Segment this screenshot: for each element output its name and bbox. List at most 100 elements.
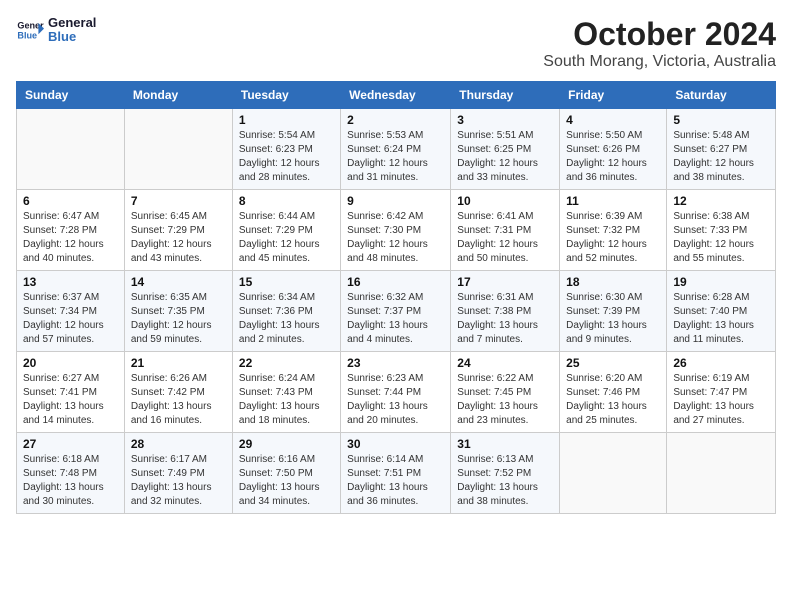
day-detail: Sunrise: 6:47 AM Sunset: 7:28 PM Dayligh… <box>23 210 118 266</box>
calendar-cell: 3 Sunrise: 5:51 AM Sunset: 6:25 PM Daylig… <box>451 109 560 190</box>
calendar-cell <box>667 433 776 514</box>
day-number: 2 <box>347 113 444 127</box>
calendar-cell: 5 Sunrise: 5:48 AM Sunset: 6:27 PM Daylig… <box>667 109 776 190</box>
day-detail: Sunrise: 5:50 AM Sunset: 6:26 PM Dayligh… <box>566 129 660 185</box>
day-number: 3 <box>457 113 553 127</box>
day-detail: Sunrise: 6:38 AM Sunset: 7:33 PM Dayligh… <box>673 210 769 266</box>
calendar-cell <box>124 109 232 190</box>
calendar-cell: 31Sunrise: 6:13 AM Sunset: 7:52 PM Dayli… <box>451 433 560 514</box>
day-detail: Sunrise: 6:28 AM Sunset: 7:40 PM Dayligh… <box>673 291 769 347</box>
calendar-cell <box>17 109 125 190</box>
day-number: 18 <box>566 275 660 289</box>
page-header: General Blue General Blue October 2024 S… <box>16 16 776 71</box>
day-detail: Sunrise: 6:30 AM Sunset: 7:39 PM Dayligh… <box>566 291 660 347</box>
day-detail: Sunrise: 6:24 AM Sunset: 7:43 PM Dayligh… <box>239 372 334 428</box>
day-number: 15 <box>239 275 334 289</box>
calendar-cell <box>560 433 667 514</box>
calendar-week-row: 13 Sunrise: 6:37 AM Sunset: 7:34 PM Dayli… <box>17 271 776 352</box>
day-detail: Sunrise: 6:27 AM Sunset: 7:41 PM Dayligh… <box>23 372 118 428</box>
calendar-title: October 2024 <box>543 16 776 53</box>
day-number: 14 <box>131 275 226 289</box>
day-header: Tuesday <box>232 82 340 109</box>
day-number: 9 <box>347 194 444 208</box>
day-detail: Sunrise: 6:31 AM Sunset: 7:38 PM Dayligh… <box>457 291 553 347</box>
day-detail: Sunrise: 5:53 AM Sunset: 6:24 PM Dayligh… <box>347 129 444 185</box>
day-detail: Sunrise: 5:51 AM Sunset: 6:25 PM Dayligh… <box>457 129 553 185</box>
day-number: 11 <box>566 194 660 208</box>
calendar-cell: 6Sunrise: 6:47 AM Sunset: 7:28 PM Daylig… <box>17 190 125 271</box>
calendar-week-row: 6Sunrise: 6:47 AM Sunset: 7:28 PM Daylig… <box>17 190 776 271</box>
day-detail: Sunrise: 6:17 AM Sunset: 7:49 PM Dayligh… <box>131 453 226 509</box>
day-number: 12 <box>673 194 769 208</box>
calendar-cell: 25 Sunrise: 6:20 AM Sunset: 7:46 PM Dayli… <box>560 352 667 433</box>
day-number: 30 <box>347 437 444 451</box>
calendar-cell: 8Sunrise: 6:44 AM Sunset: 7:29 PM Daylig… <box>232 190 340 271</box>
calendar-header-row: SundayMondayTuesdayWednesdayThursdayFrid… <box>17 82 776 109</box>
day-detail: Sunrise: 5:48 AM Sunset: 6:27 PM Dayligh… <box>673 129 769 185</box>
day-detail: Sunrise: 6:41 AM Sunset: 7:31 PM Dayligh… <box>457 210 553 266</box>
day-number: 23 <box>347 356 444 370</box>
day-detail: Sunrise: 6:34 AM Sunset: 7:36 PM Dayligh… <box>239 291 334 347</box>
day-detail: Sunrise: 6:45 AM Sunset: 7:29 PM Dayligh… <box>131 210 226 266</box>
day-number: 25 <box>566 356 660 370</box>
day-header: Thursday <box>451 82 560 109</box>
calendar-cell: 10Sunrise: 6:41 AM Sunset: 7:31 PM Dayli… <box>451 190 560 271</box>
day-number: 20 <box>23 356 118 370</box>
title-section: October 2024 South Morang, Victoria, Aus… <box>543 16 776 71</box>
logo-icon: General Blue <box>16 16 44 44</box>
day-number: 24 <box>457 356 553 370</box>
day-detail: Sunrise: 6:39 AM Sunset: 7:32 PM Dayligh… <box>566 210 660 266</box>
logo: General Blue General Blue <box>16 16 96 45</box>
calendar-cell: 29 Sunrise: 6:16 AM Sunset: 7:50 PM Dayli… <box>232 433 340 514</box>
calendar-subtitle: South Morang, Victoria, Australia <box>543 53 776 71</box>
day-number: 22 <box>239 356 334 370</box>
day-number: 29 <box>239 437 334 451</box>
day-detail: Sunrise: 6:44 AM Sunset: 7:29 PM Dayligh… <box>239 210 334 266</box>
calendar-cell: 21Sunrise: 6:26 AM Sunset: 7:42 PM Dayli… <box>124 352 232 433</box>
day-header: Saturday <box>667 82 776 109</box>
day-header: Sunday <box>17 82 125 109</box>
day-number: 16 <box>347 275 444 289</box>
calendar-cell: 16 Sunrise: 6:32 AM Sunset: 7:37 PM Dayli… <box>341 271 451 352</box>
day-number: 13 <box>23 275 118 289</box>
calendar-week-row: 27 Sunrise: 6:18 AM Sunset: 7:48 PM Dayli… <box>17 433 776 514</box>
calendar-cell: 28 Sunrise: 6:17 AM Sunset: 7:49 PM Dayli… <box>124 433 232 514</box>
day-number: 21 <box>131 356 226 370</box>
day-detail: Sunrise: 6:22 AM Sunset: 7:45 PM Dayligh… <box>457 372 553 428</box>
day-detail: Sunrise: 6:16 AM Sunset: 7:50 PM Dayligh… <box>239 453 334 509</box>
calendar-week-row: 1Sunrise: 5:54 AM Sunset: 6:23 PM Daylig… <box>17 109 776 190</box>
calendar-cell: 27 Sunrise: 6:18 AM Sunset: 7:48 PM Dayli… <box>17 433 125 514</box>
day-number: 28 <box>131 437 226 451</box>
calendar-cell: 24 Sunrise: 6:22 AM Sunset: 7:45 PM Dayli… <box>451 352 560 433</box>
day-detail: Sunrise: 6:18 AM Sunset: 7:48 PM Dayligh… <box>23 453 118 509</box>
day-detail: Sunrise: 6:42 AM Sunset: 7:30 PM Dayligh… <box>347 210 444 266</box>
logo-text-line2: Blue <box>48 30 96 44</box>
day-header: Wednesday <box>341 82 451 109</box>
calendar-cell: 1Sunrise: 5:54 AM Sunset: 6:23 PM Daylig… <box>232 109 340 190</box>
calendar-cell: 9 Sunrise: 6:42 AM Sunset: 7:30 PM Daylig… <box>341 190 451 271</box>
calendar-cell: 14Sunrise: 6:35 AM Sunset: 7:35 PM Dayli… <box>124 271 232 352</box>
calendar-cell: 15 Sunrise: 6:34 AM Sunset: 7:36 PM Dayli… <box>232 271 340 352</box>
calendar-cell: 20 Sunrise: 6:27 AM Sunset: 7:41 PM Dayli… <box>17 352 125 433</box>
day-number: 26 <box>673 356 769 370</box>
calendar-cell: 30Sunrise: 6:14 AM Sunset: 7:51 PM Dayli… <box>341 433 451 514</box>
calendar-cell: 11 Sunrise: 6:39 AM Sunset: 7:32 PM Dayli… <box>560 190 667 271</box>
logo-text-line1: General <box>48 16 96 30</box>
day-number: 7 <box>131 194 226 208</box>
day-header: Monday <box>124 82 232 109</box>
svg-text:Blue: Blue <box>17 31 37 41</box>
calendar-week-row: 20 Sunrise: 6:27 AM Sunset: 7:41 PM Dayli… <box>17 352 776 433</box>
day-detail: Sunrise: 6:20 AM Sunset: 7:46 PM Dayligh… <box>566 372 660 428</box>
calendar-cell: 4Sunrise: 5:50 AM Sunset: 6:26 PM Daylig… <box>560 109 667 190</box>
day-number: 5 <box>673 113 769 127</box>
calendar-cell: 17 Sunrise: 6:31 AM Sunset: 7:38 PM Dayli… <box>451 271 560 352</box>
calendar-cell: 2 Sunrise: 5:53 AM Sunset: 6:24 PM Daylig… <box>341 109 451 190</box>
day-detail: Sunrise: 6:37 AM Sunset: 7:34 PM Dayligh… <box>23 291 118 347</box>
day-detail: Sunrise: 6:32 AM Sunset: 7:37 PM Dayligh… <box>347 291 444 347</box>
day-number: 17 <box>457 275 553 289</box>
day-number: 27 <box>23 437 118 451</box>
day-number: 31 <box>457 437 553 451</box>
calendar-cell: 7 Sunrise: 6:45 AM Sunset: 7:29 PM Daylig… <box>124 190 232 271</box>
calendar-cell: 26Sunrise: 6:19 AM Sunset: 7:47 PM Dayli… <box>667 352 776 433</box>
calendar-table: SundayMondayTuesdayWednesdayThursdayFrid… <box>16 81 776 514</box>
